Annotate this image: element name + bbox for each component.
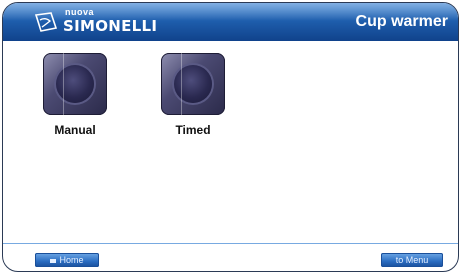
timed-option[interactable] (161, 53, 225, 115)
footer-divider (3, 243, 458, 244)
brand-logo: nuova SIMONELLI (33, 6, 157, 35)
brand-small: nuova (65, 6, 95, 17)
home-label: Home (59, 255, 84, 265)
header-bar: nuova SIMONELLI Cup warmer (3, 3, 458, 41)
manual-button-icon[interactable] (43, 53, 107, 115)
timed-button-icon[interactable] (161, 53, 225, 115)
home-icon (50, 258, 57, 263)
home-button[interactable]: Home (35, 253, 99, 267)
screen-frame: nuova SIMONELLI Cup warmer Manual Timed … (2, 2, 459, 272)
page-title: Cup warmer (355, 13, 448, 30)
brand-text: nuova SIMONELLI (63, 6, 157, 35)
timed-label: Timed (175, 123, 211, 137)
menu-button[interactable]: to Menu (381, 253, 443, 267)
manual-option[interactable] (43, 53, 107, 115)
logo-icon (34, 12, 58, 32)
manual-label: Manual (54, 123, 96, 137)
